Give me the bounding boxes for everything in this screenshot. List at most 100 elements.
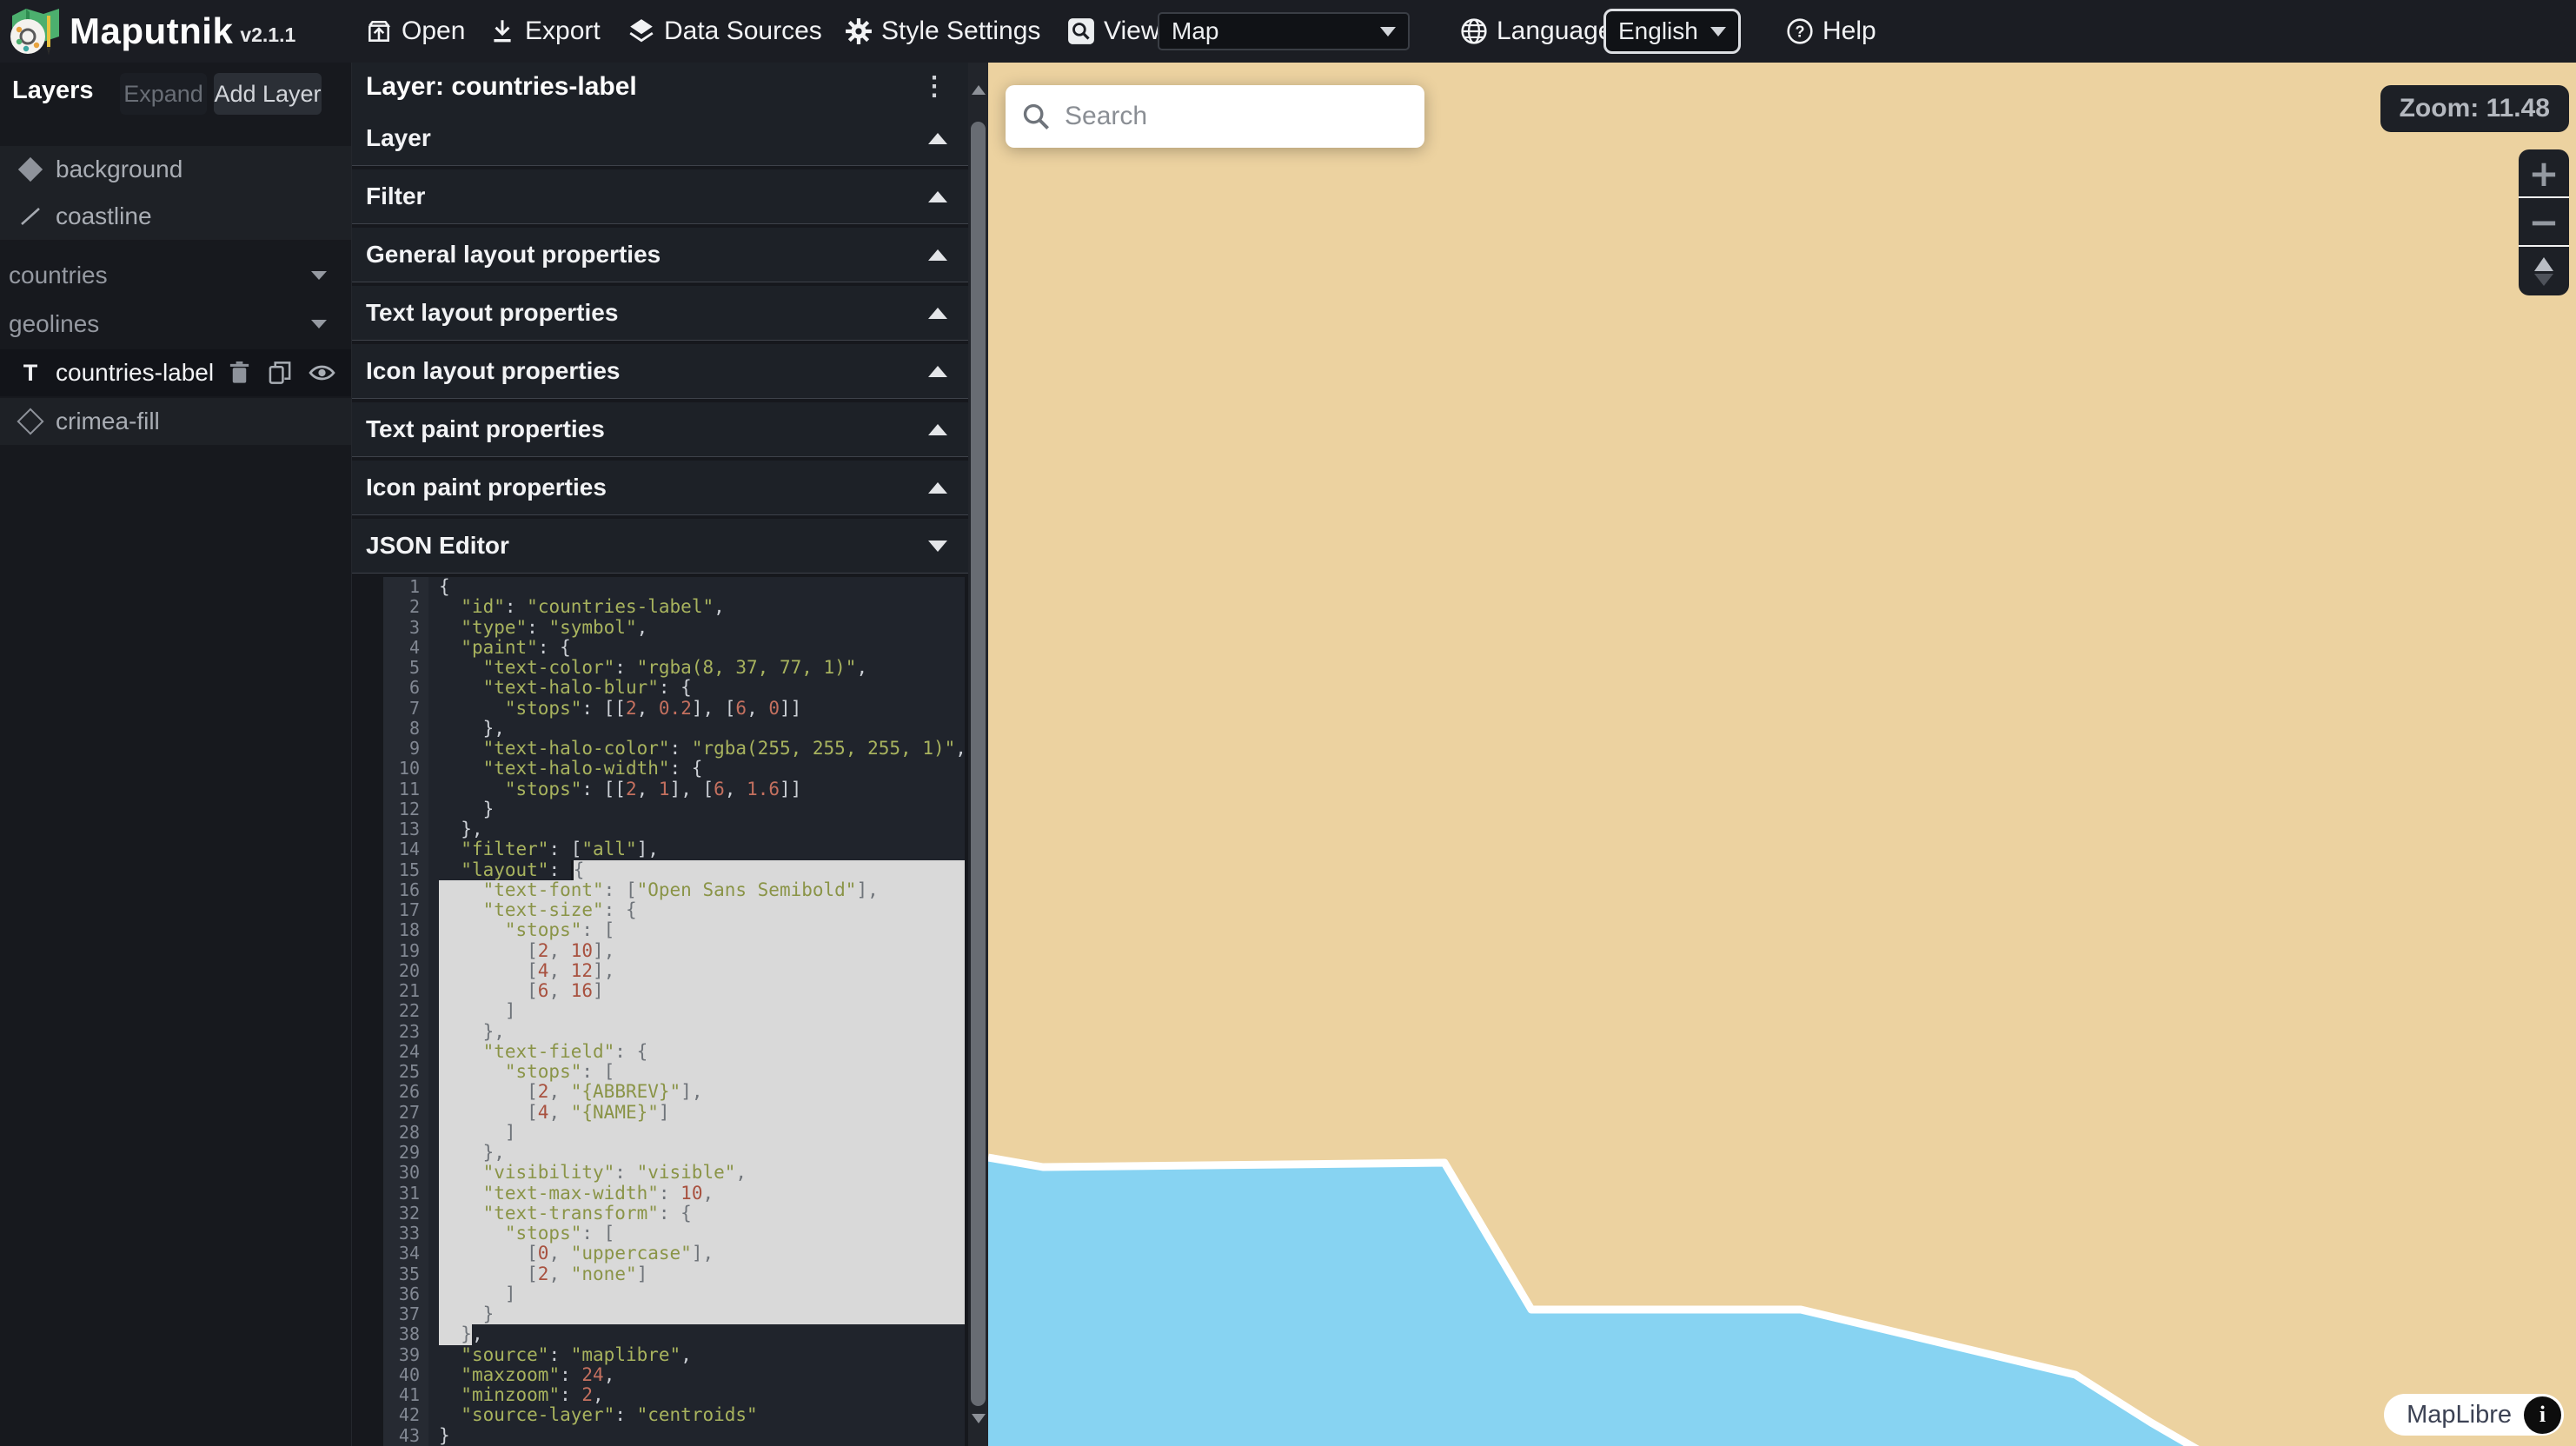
- code-line[interactable]: 27 [4, "{NAME}"]: [383, 1103, 965, 1123]
- code-line[interactable]: 26 [2, "{ABBREV}"],: [383, 1082, 965, 1102]
- code-line[interactable]: 1{: [383, 577, 965, 597]
- code-line[interactable]: 18 "stops": [: [383, 920, 965, 940]
- zoom-out-button[interactable]: −: [2519, 198, 2569, 247]
- scroll-down-arrow-icon[interactable]: [972, 1414, 986, 1423]
- code-line[interactable]: 38 },: [383, 1324, 965, 1344]
- code-line[interactable]: 12 }: [383, 799, 965, 819]
- section-text-layout[interactable]: Text layout properties: [352, 286, 968, 341]
- code-line[interactable]: 20 [4, 12],: [383, 961, 965, 981]
- attribution-link[interactable]: MapLibre: [2407, 1401, 2512, 1429]
- json-code-editor[interactable]: 1{2 "id": "countries-label",3 "type": "s…: [383, 577, 965, 1446]
- code-line[interactable]: 35 [2, "none"]: [383, 1264, 965, 1284]
- line-number: 23: [383, 1022, 428, 1042]
- code-line[interactable]: 25 "stops": [: [383, 1062, 965, 1082]
- line-number: 17: [383, 900, 428, 920]
- code-line[interactable]: 40 "maxzoom": 24,: [383, 1365, 965, 1385]
- collapse-arrow-icon: [928, 308, 947, 319]
- open-icon: [365, 17, 393, 45]
- layer-item-countries-label[interactable]: T countries-label: [0, 349, 351, 396]
- code-line[interactable]: 13 },: [383, 819, 965, 839]
- app-brand[interactable]: Maputnik v2.1.1: [9, 5, 295, 57]
- section-text-paint[interactable]: Text paint properties: [352, 402, 968, 457]
- code-line[interactable]: 10 "text-halo-width": {: [383, 759, 965, 779]
- zoom-in-button[interactable]: +: [2519, 149, 2569, 198]
- code-line[interactable]: 9 "text-halo-color": "rgba(255, 255, 255…: [383, 739, 965, 759]
- visibility-eye-icon[interactable]: [309, 360, 335, 386]
- code-line[interactable]: 36 ]: [383, 1284, 965, 1304]
- code-line[interactable]: 31 "text-max-width": 10,: [383, 1184, 965, 1204]
- duplicate-layer-icon[interactable]: [268, 360, 293, 386]
- code-line[interactable]: 33 "stops": [: [383, 1224, 965, 1244]
- code-line[interactable]: 8 },: [383, 719, 965, 739]
- line-number: 22: [383, 1001, 428, 1021]
- section-filter[interactable]: Filter: [352, 169, 968, 224]
- code-line[interactable]: 17 "text-size": {: [383, 900, 965, 920]
- code-line[interactable]: 11 "stops": [[2, 1], [6, 1.6]]: [383, 779, 965, 799]
- section-icon-paint[interactable]: Icon paint properties: [352, 461, 968, 515]
- layer-item-coastline[interactable]: coastline: [0, 193, 351, 240]
- code-line[interactable]: 37 }: [383, 1304, 965, 1324]
- code-line[interactable]: 21 [6, 16]: [383, 981, 965, 1001]
- help-button[interactable]: ? Help: [1786, 0, 1876, 63]
- section-layer[interactable]: Layer: [352, 111, 968, 166]
- code-line[interactable]: 2 "id": "countries-label",: [383, 597, 965, 617]
- language-select[interactable]: English: [1603, 9, 1741, 54]
- line-number: 38: [383, 1324, 428, 1344]
- code-line[interactable]: 16 "text-font": ["Open Sans Semibold"],: [383, 880, 965, 900]
- code-line[interactable]: 39 "source": "maplibre",: [383, 1345, 965, 1365]
- view-select[interactable]: Map: [1158, 12, 1410, 50]
- layer-item-background[interactable]: background: [0, 146, 351, 193]
- open-button[interactable]: Open: [365, 0, 465, 63]
- panel-scrollbar[interactable]: [968, 63, 988, 1446]
- layer-group-countries[interactable]: countries: [0, 252, 351, 299]
- section-icon-layout[interactable]: Icon layout properties: [352, 344, 968, 399]
- delete-layer-icon[interactable]: [227, 360, 252, 386]
- line-number: 5: [383, 658, 428, 678]
- code-line[interactable]: 15 "layout": {: [383, 860, 965, 880]
- line-number: 33: [383, 1224, 428, 1244]
- info-icon[interactable]: i: [2524, 1396, 2561, 1434]
- section-general-layout[interactable]: General layout properties: [352, 228, 968, 282]
- style-settings-label: Style Settings: [881, 17, 1040, 46]
- search-input[interactable]: [1063, 101, 1424, 132]
- expand-button[interactable]: Expand: [120, 73, 207, 115]
- map-view[interactable]: Zoom: 11.48 + − MapLibre i: [988, 63, 2576, 1446]
- style-settings-button[interactable]: Style Settings: [845, 0, 1040, 63]
- scroll-up-arrow-icon[interactable]: [972, 85, 986, 95]
- code-line[interactable]: 22 ]: [383, 1001, 965, 1021]
- map-search-box[interactable]: [1006, 85, 1424, 148]
- line-number: 36: [383, 1284, 428, 1304]
- add-layer-button[interactable]: Add Layer: [214, 73, 322, 115]
- code-line[interactable]: 19 [2, 10],: [383, 941, 965, 961]
- data-sources-button[interactable]: Data Sources: [627, 0, 822, 63]
- code-line[interactable]: 3 "type": "symbol",: [383, 618, 965, 638]
- code-line[interactable]: 42 "source-layer": "centroids": [383, 1405, 965, 1425]
- compass-reset-button[interactable]: [2519, 247, 2569, 295]
- layer-options-kebab-icon[interactable]: ⋮: [921, 70, 947, 103]
- layer-editor-panel: Layer: countries-label ⋮ Layer Filter Ge…: [351, 63, 989, 1446]
- layer-group-geolines[interactable]: geolines: [0, 301, 351, 348]
- code-line[interactable]: 23 },: [383, 1022, 965, 1042]
- code-line[interactable]: 32 "text-transform": {: [383, 1204, 965, 1224]
- code-line[interactable]: 41 "minzoom": 2,: [383, 1385, 965, 1405]
- code-line[interactable]: 30 "visibility": "visible",: [383, 1163, 965, 1183]
- section-json-editor[interactable]: JSON Editor: [352, 519, 968, 574]
- code-line[interactable]: 5 "text-color": "rgba(8, 37, 77, 1)",: [383, 658, 965, 678]
- chevron-down-icon: [311, 320, 327, 328]
- code-line[interactable]: 43}: [383, 1426, 965, 1446]
- line-number: 2: [383, 597, 428, 617]
- code-line[interactable]: 7 "stops": [[2, 0.2], [6, 0]]: [383, 699, 965, 719]
- layer-editor-title-bar: Layer: countries-label: [352, 63, 968, 111]
- code-line[interactable]: 29 },: [383, 1143, 965, 1163]
- code-line[interactable]: 4 "paint": {: [383, 638, 965, 658]
- code-line[interactable]: 6 "text-halo-blur": {: [383, 678, 965, 698]
- layer-item-crimea-fill[interactable]: crimea-fill: [0, 398, 351, 445]
- code-line[interactable]: 14 "filter": ["all"],: [383, 839, 965, 859]
- export-button[interactable]: Export: [488, 0, 601, 63]
- map-zoom-controls: + −: [2519, 149, 2569, 295]
- code-line[interactable]: 34 [0, "uppercase"],: [383, 1244, 965, 1264]
- code-line[interactable]: 24 "text-field": {: [383, 1042, 965, 1062]
- top-bar: Maputnik v2.1.1 Open Export Data Sources: [0, 0, 2576, 63]
- code-line[interactable]: 28 ]: [383, 1123, 965, 1143]
- scrollbar-thumb[interactable]: [971, 122, 986, 1406]
